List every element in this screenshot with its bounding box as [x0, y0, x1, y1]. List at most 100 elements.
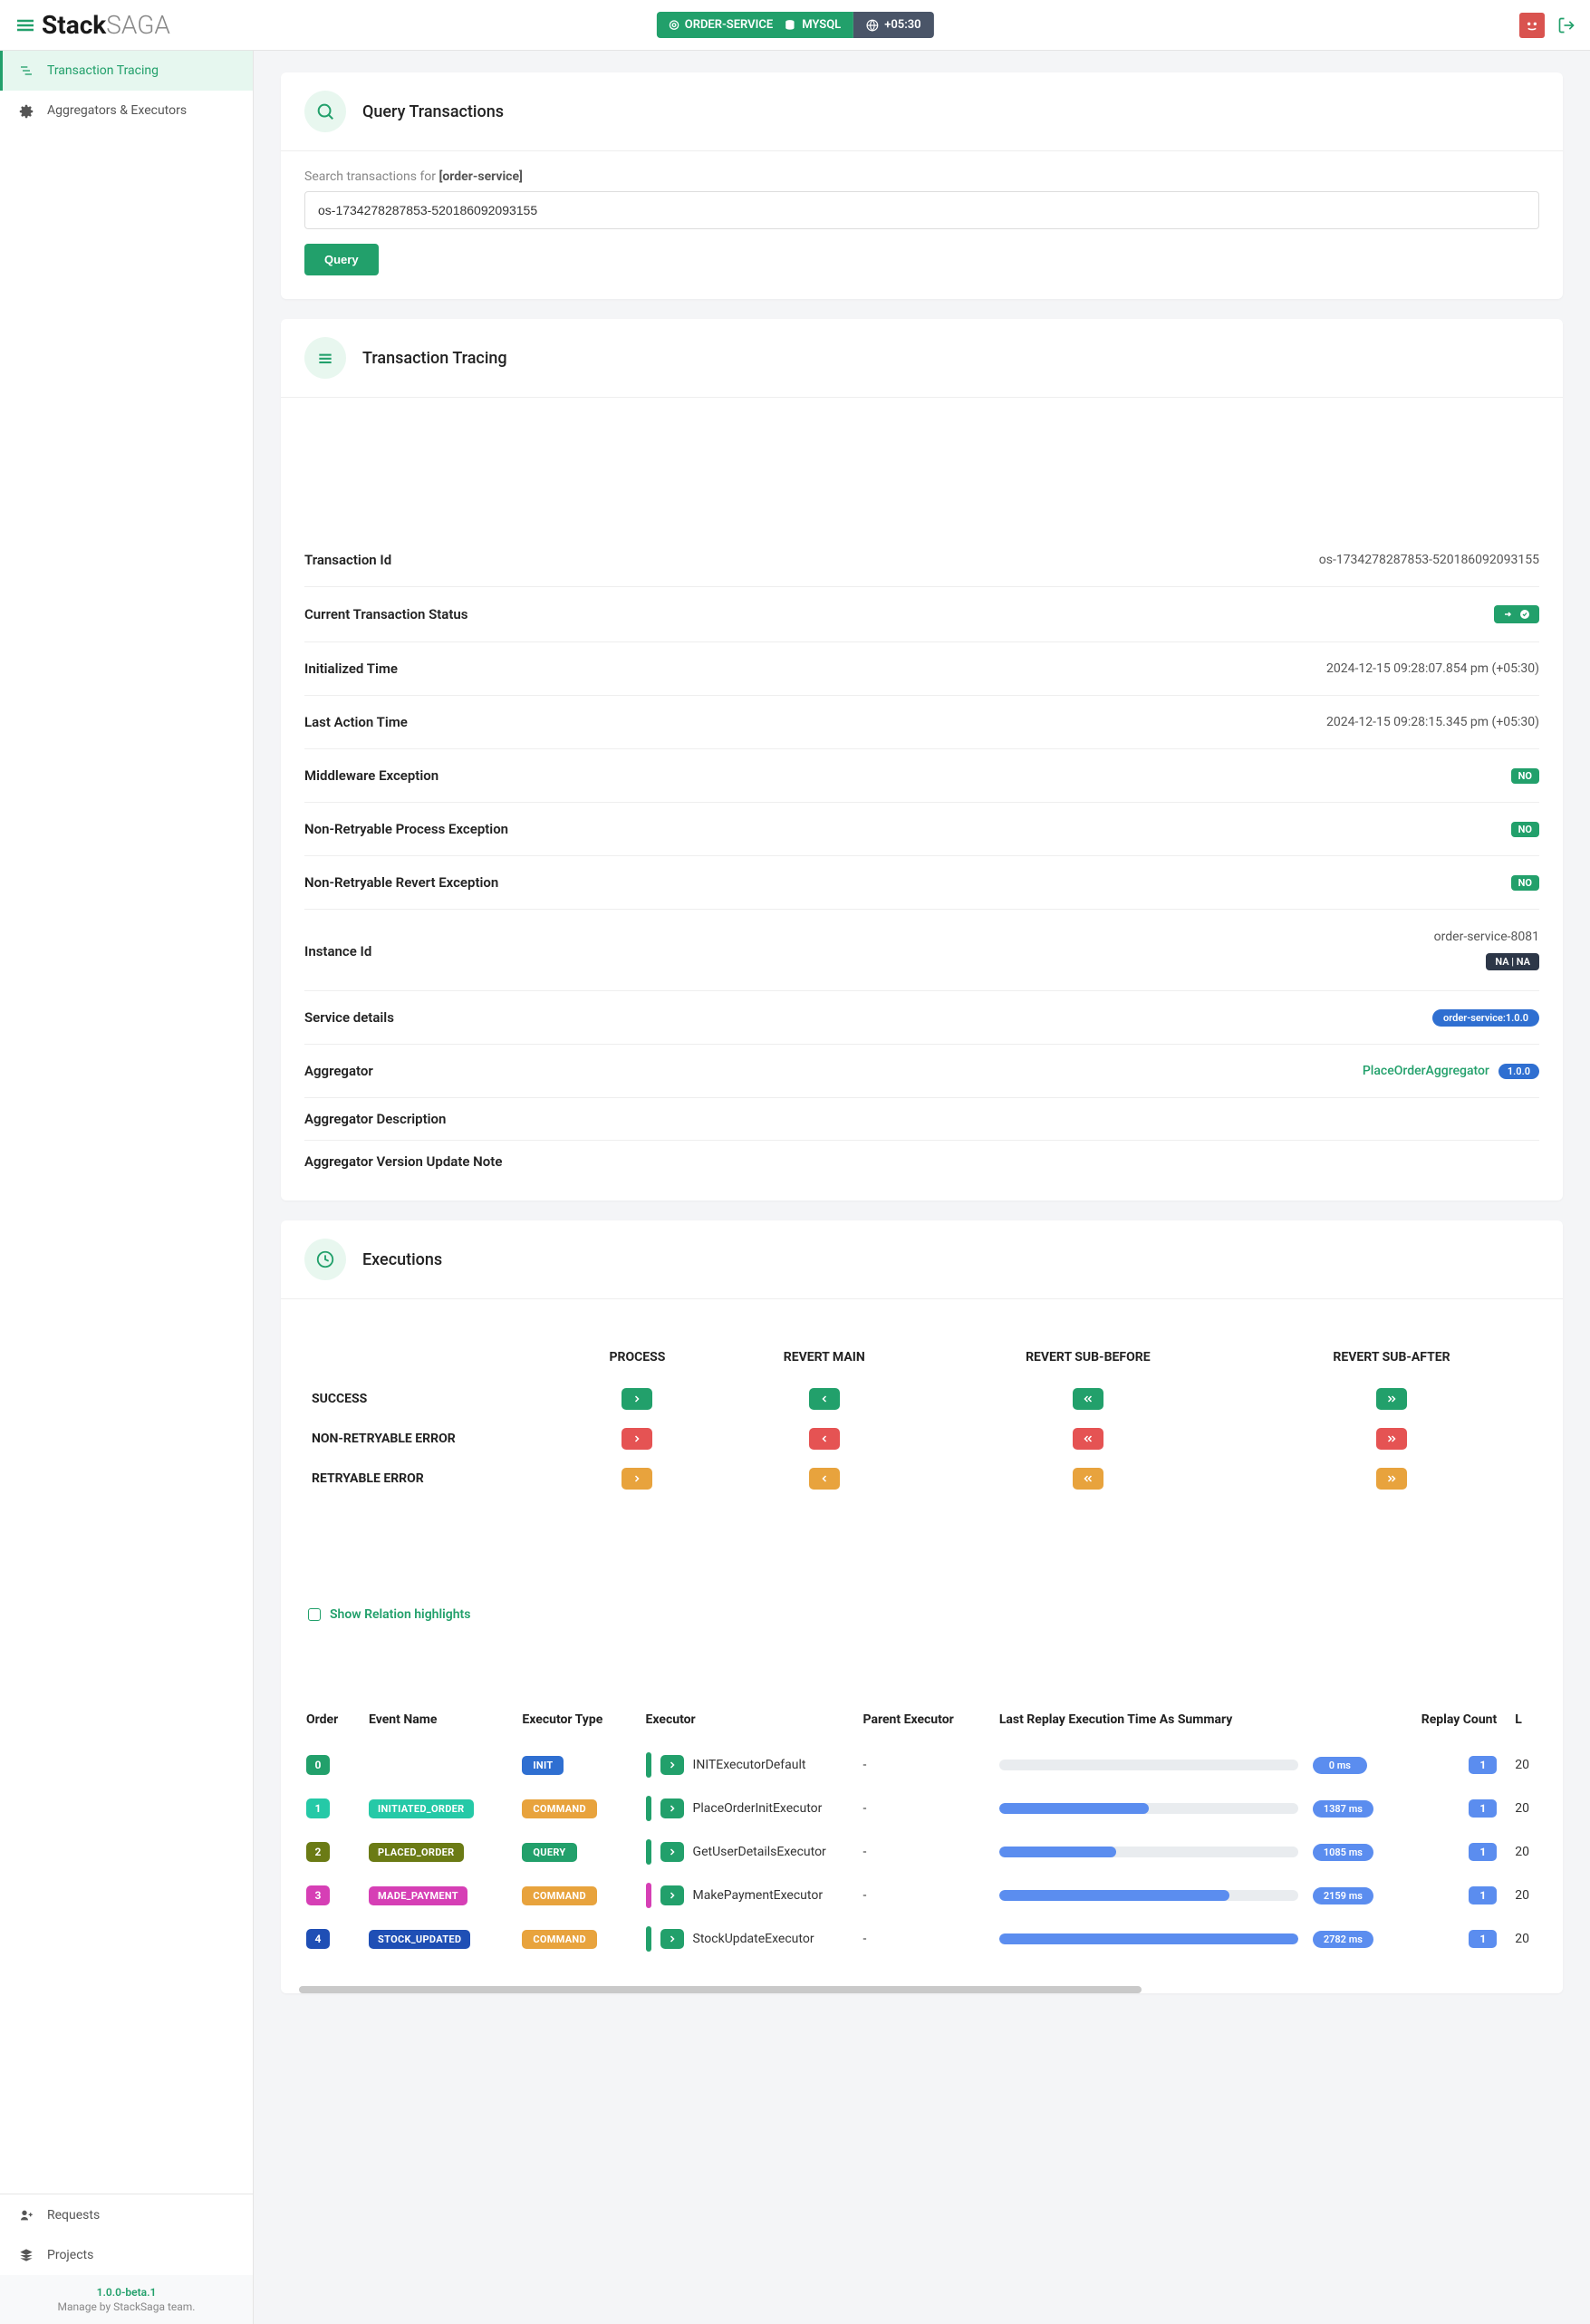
table-row[interactable]: 1INITIATED_ORDERCOMMANDPlaceOrderInitExe… — [297, 1787, 1547, 1830]
chevron-right-icon — [660, 1755, 684, 1775]
search-input[interactable] — [304, 191, 1539, 229]
last-col: 20 — [1506, 1830, 1547, 1874]
parent-executor: - — [854, 1787, 990, 1830]
value-middleware: NO — [1511, 768, 1539, 784]
value-nrre: NO — [1511, 875, 1539, 891]
replay-count: 1 — [1469, 1799, 1497, 1818]
gear-icon — [18, 103, 34, 118]
replay-count: 1 — [1469, 1930, 1497, 1948]
chevrons-right-icon — [1376, 1428, 1407, 1450]
chevron-left-icon — [809, 1468, 840, 1490]
logo-text-bold: Stack — [42, 10, 106, 40]
event-pill: MADE_PAYMENT — [369, 1886, 467, 1905]
value-instance: order-service-8081 — [1434, 930, 1539, 944]
projects-icon — [18, 2248, 34, 2262]
order-pill: 1 — [306, 1798, 330, 1818]
aggregator-version: 1.0.0 — [1498, 1064, 1539, 1079]
status-badge — [1494, 605, 1539, 623]
label-agg-note: Aggregator Version Update Note — [304, 1153, 502, 1170]
logo[interactable]: StackSAGA — [14, 10, 170, 40]
ms-badge: 2159 ms — [1313, 1887, 1373, 1905]
chevron-right-icon — [660, 1929, 684, 1949]
query-card: Query Transactions Search transactions f… — [281, 72, 1563, 299]
label-nrre: Non-Retryable Revert Exception — [304, 874, 498, 891]
chevron-right-icon — [622, 1388, 652, 1410]
service-badge[interactable]: ◎ ORDER-SERVICE MYSQL — [656, 12, 853, 38]
chevron-right-icon — [622, 1468, 652, 1490]
table-row[interactable]: 2PLACED_ORDERQUERYGetUserDetailsExecutor… — [297, 1830, 1547, 1874]
value-last: 2024-12-15 09:28:15.345 pm (+05:30) — [1326, 715, 1539, 729]
color-bar — [646, 1752, 651, 1778]
ms-badge: 2782 ms — [1313, 1931, 1373, 1948]
label-last: Last Action Time — [304, 714, 408, 730]
chevron-right-icon — [660, 1798, 684, 1818]
table-row[interactable]: 3MADE_PAYMENTCOMMANDMakePaymentExecutor-… — [297, 1874, 1547, 1917]
horizontal-scrollbar[interactable] — [299, 1986, 1142, 1993]
progress-bar — [999, 1803, 1298, 1814]
replay-count: 1 — [1469, 1843, 1497, 1861]
order-pill: 3 — [306, 1885, 330, 1905]
legend-row: RETRYABLE ERROR — [304, 1459, 558, 1499]
logout-icon[interactable] — [1557, 15, 1576, 34]
logo-text-light: SAGA — [106, 10, 170, 40]
progress-bar — [999, 1933, 1298, 1944]
timezone-badge[interactable]: +05:30 — [853, 12, 933, 38]
legend-col: REVERT SUB-BEFORE — [932, 1336, 1244, 1379]
sidebar-item-label: Requests — [47, 2208, 100, 2223]
search-label: Search transactions for [order-service] — [304, 169, 1539, 184]
target-icon: ◎ — [669, 18, 679, 32]
legend-row: NON-RETRYABLE ERROR — [304, 1419, 558, 1459]
parent-executor: - — [854, 1917, 990, 1961]
th-parent: Parent Executor — [854, 1703, 990, 1743]
table-row[interactable]: 4STOCK_UPDATEDCOMMANDStockUpdateExecutor… — [297, 1917, 1547, 1961]
sidebar-footer: 1.0.0-beta.1 Manage by StackSaga team. — [0, 2275, 253, 2324]
executor-name: INITExecutorDefault — [693, 1758, 806, 1772]
th-type: Executor Type — [513, 1703, 636, 1743]
chevron-right-icon — [622, 1428, 652, 1450]
progress-bar — [999, 1847, 1298, 1857]
table-row[interactable]: 0INITINITExecutorDefault-0 ms120 — [297, 1743, 1547, 1787]
chevrons-left-icon — [1073, 1428, 1103, 1450]
legend-col: REVERT SUB-AFTER — [1244, 1336, 1539, 1379]
progress-bar — [999, 1760, 1298, 1770]
query-button[interactable]: Query — [304, 244, 379, 275]
label-aggregator: Aggregator — [304, 1063, 373, 1079]
order-pill: 0 — [306, 1755, 330, 1775]
sidebar-item-transaction-tracing[interactable]: Transaction Tracing — [0, 51, 253, 91]
sidebar-item-label: Transaction Tracing — [47, 63, 159, 78]
chevron-right-icon — [660, 1885, 684, 1905]
globe-icon — [866, 18, 879, 32]
chevron-right-icon — [660, 1842, 684, 1862]
main-content: Query Transactions Search transactions f… — [254, 51, 1590, 2324]
aggregator-link[interactable]: PlaceOrderAggregator — [1363, 1064, 1489, 1078]
legend-col: REVERT MAIN — [717, 1336, 932, 1379]
label-init: Initialized Time — [304, 661, 398, 677]
executor-name: StockUpdateExecutor — [693, 1932, 814, 1946]
ms-badge: 0 ms — [1313, 1757, 1367, 1774]
ms-badge: 1085 ms — [1313, 1844, 1373, 1861]
replay-count: 1 — [1469, 1886, 1497, 1905]
relation-label: Show Relation highlights — [330, 1607, 470, 1622]
legend-col: PROCESS — [558, 1336, 717, 1379]
type-pill: QUERY — [522, 1843, 576, 1862]
value-service: order-service:1.0.0 — [1432, 1009, 1539, 1027]
value-nrpe: NO — [1511, 822, 1539, 837]
sidebar-item-requests[interactable]: Requests — [0, 2194, 253, 2234]
chevron-left-icon — [809, 1428, 840, 1450]
service-badges: ◎ ORDER-SERVICE MYSQL +05:30 — [656, 12, 933, 38]
checkbox-icon[interactable] — [308, 1608, 321, 1621]
sidebar-item-aggregators[interactable]: Aggregators & Executors — [0, 91, 253, 130]
last-col: 20 — [1506, 1874, 1547, 1917]
relation-toggle[interactable]: Show Relation highlights — [281, 1607, 1563, 1649]
database-icon — [784, 18, 796, 32]
chevrons-left-icon — [1073, 1388, 1103, 1410]
avatar[interactable] — [1519, 13, 1545, 38]
sidebar-item-projects[interactable]: Projects — [0, 2235, 253, 2275]
event-pill: INITIATED_ORDER — [369, 1799, 473, 1818]
card-title: Query Transactions — [362, 102, 504, 121]
tracing-icon — [18, 63, 34, 78]
value-instance-na: NA | NA — [1486, 953, 1539, 970]
event-pill: PLACED_ORDER — [369, 1843, 463, 1862]
event-pill: STOCK_UPDATED — [369, 1930, 470, 1949]
executions-card: Executions PROCESS REVERT MAIN REVERT SU… — [281, 1220, 1563, 1993]
